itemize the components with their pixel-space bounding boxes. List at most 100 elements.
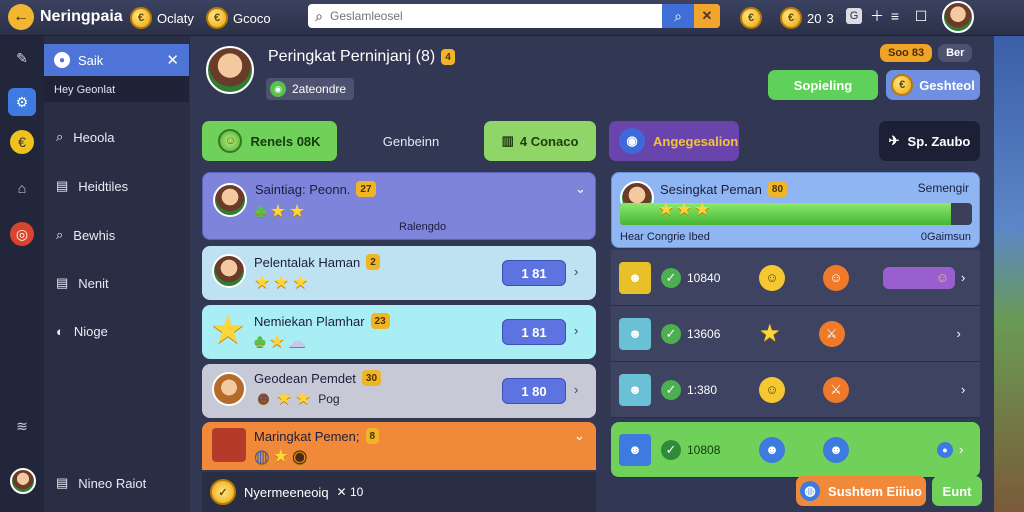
tab-4-label: Angegesalion bbox=[653, 133, 739, 149]
player-avatar bbox=[206, 46, 254, 94]
tab-4[interactable]: ◉ Angegesalion bbox=[609, 121, 739, 161]
row-badge: 27 bbox=[356, 181, 376, 197]
leaderboard-row-1[interactable]: Saintiag: Peonn. 27 ♣ ★ ★ Ralengdo ⌄ bbox=[202, 172, 596, 240]
footer-button-2[interactable]: Eunt bbox=[932, 476, 982, 506]
chat-icon: ● bbox=[54, 52, 70, 68]
footer-button-1[interactable]: ◍ Sushtem Eiiiuo bbox=[796, 476, 926, 506]
badge-icon: ◉ bbox=[270, 81, 286, 97]
chevron-right-icon[interactable]: › bbox=[574, 382, 578, 397]
currency-1[interactable]: € Oclaty bbox=[130, 7, 194, 29]
cloud-icon: ☁ bbox=[287, 331, 306, 351]
background-scenery bbox=[994, 36, 1024, 512]
check-icon: ✓ bbox=[661, 267, 681, 288]
back-arrow-icon[interactable]: ← bbox=[8, 4, 34, 30]
chevron-right-icon[interactable]: › bbox=[961, 382, 965, 397]
character-icon: ☻ bbox=[619, 433, 651, 466]
search-icon: ⌕ bbox=[315, 7, 323, 24]
right-row-4[interactable]: ☻ ✓ 10808 ☻ ☻ ● › bbox=[611, 422, 980, 478]
chevron-right-icon[interactable]: › bbox=[957, 326, 961, 341]
character-icon: ☻ bbox=[619, 261, 651, 294]
star-icon: ★ bbox=[694, 199, 711, 219]
user-avatar[interactable] bbox=[942, 1, 974, 33]
chevron-right-icon[interactable]: › bbox=[574, 323, 578, 338]
tab-3-label: 4 Conaco bbox=[519, 133, 579, 149]
gamepad-icon[interactable]: ⚙ bbox=[8, 88, 36, 116]
smile-icon: ☺ bbox=[823, 264, 849, 291]
swords-icon: ⚔ bbox=[818, 320, 845, 347]
chevron-right-icon[interactable]: › bbox=[961, 270, 965, 285]
close-icon[interactable]: ✕ bbox=[694, 4, 720, 28]
sidebar-footer[interactable]: ▤ Nineo Raiot bbox=[44, 468, 189, 498]
leaderboard-row-4[interactable]: Geodean Pemdet 30 ☻ ★ ★ Pog 1 80 › bbox=[202, 364, 596, 418]
shield-icon: ◉ bbox=[619, 128, 645, 154]
tab-3[interactable]: ▥ 4 Conaco bbox=[484, 121, 596, 161]
score-button[interactable]: 1 80 bbox=[502, 378, 566, 404]
check-icon: ✓ bbox=[661, 439, 681, 460]
chevron-right-icon[interactable]: › bbox=[574, 264, 578, 279]
tab-5-label: Sp. Zaubo bbox=[907, 133, 971, 149]
star-icon: ★ bbox=[273, 272, 290, 292]
coin-shop[interactable]: € bbox=[740, 7, 762, 29]
progress-title: Sesingkat Peman bbox=[660, 181, 762, 197]
right-row-1[interactable]: ☻ ✓ 10840 ☺ ☺ ☺ › bbox=[611, 250, 980, 306]
primary-button[interactable]: Sopieling bbox=[768, 70, 878, 100]
check-icon: ✓ bbox=[661, 323, 681, 344]
currency-2[interactable]: € Gcoco bbox=[206, 7, 271, 29]
sidebar-header[interactable]: ● Saik ✕ bbox=[44, 44, 189, 76]
star-icon: ★ bbox=[676, 199, 693, 219]
window-icon[interactable]: ☐ bbox=[910, 5, 932, 27]
footer-count-wrap: ✕ 10 bbox=[336, 485, 364, 499]
avatar-small-icon: ☻ bbox=[759, 436, 785, 463]
sidebar-item-2[interactable]: ▤ Heidtiles bbox=[44, 171, 189, 201]
brand: ← Neringpaia bbox=[8, 4, 123, 30]
top-right-label: Ber bbox=[938, 44, 973, 62]
coin-rail-icon[interactable]: € bbox=[10, 130, 34, 154]
chevron-down-icon[interactable]: ⌄ bbox=[574, 428, 585, 444]
sidebar-item-4[interactable]: ▤ Nenit bbox=[44, 268, 189, 298]
score-button[interactable]: 1 81 bbox=[502, 260, 566, 286]
page-title: Peringkat Perninjanj (8) bbox=[268, 48, 436, 65]
edit-icon[interactable]: ✎ bbox=[10, 46, 34, 70]
smile-icon: ☺ bbox=[759, 376, 785, 403]
close-icon[interactable]: ✕ bbox=[166, 51, 179, 69]
row-name: Nemiekan Plamhar bbox=[254, 313, 365, 329]
target-icon[interactable]: ◎ bbox=[10, 222, 34, 246]
sidebar-sub: Hey Geonlat bbox=[44, 76, 189, 102]
secondary-button[interactable]: € Geshteol bbox=[886, 70, 980, 100]
avatar-small-icon: ☻ bbox=[254, 388, 273, 408]
score-button[interactable]: 1 81 bbox=[502, 319, 566, 345]
sidebar-item-1[interactable]: ⌕ Heoola bbox=[44, 122, 189, 152]
progress-foot-right: 0Gaimsun bbox=[920, 231, 971, 243]
sidebar-item-label: Heidtiles bbox=[78, 178, 129, 194]
row-name: Maringkat Pemen; bbox=[254, 428, 360, 444]
left-footer: ✓ Nyermeeneoiq ✕ 10 bbox=[202, 472, 596, 512]
search-button[interactable]: ⌕ bbox=[662, 4, 694, 28]
chevron-right-icon[interactable]: › bbox=[959, 442, 963, 457]
sidebar-item-label: Nenit bbox=[78, 275, 109, 291]
search-icon: ⌕ bbox=[56, 227, 64, 242]
right-row-3[interactable]: ☻ ✓ 1:380 ☺ ⚔ › bbox=[611, 362, 980, 418]
profile-avatar[interactable] bbox=[10, 468, 36, 494]
tab-1[interactable]: ☺ Renels 08K bbox=[202, 121, 337, 161]
progress-right-label: Semengir bbox=[917, 181, 969, 195]
sidebar-item-label: Bewhis bbox=[73, 227, 116, 243]
leaderboard-row-2[interactable]: Pelentalak Haman 2 ★ ★ ★ 1 81 › bbox=[202, 246, 596, 300]
sidebar-item-5[interactable]: ◐ Nioge bbox=[44, 316, 189, 346]
tab-2[interactable]: Genbeinn bbox=[344, 121, 478, 161]
list-icon: ▤ bbox=[56, 275, 69, 290]
leaderboard-row-3[interactable]: ★ Nemiekan Plamhar 23 ♣ ★ ☁ 1 81 › bbox=[202, 305, 596, 359]
sidebar-footer-label: Nineo Raiot bbox=[78, 475, 147, 491]
home-icon[interactable]: ⌂ bbox=[10, 176, 34, 200]
search-input[interactable] bbox=[330, 5, 662, 27]
sidebar-item-3[interactable]: ⌕ Bewhis bbox=[44, 220, 189, 250]
g-icon[interactable]: G bbox=[846, 8, 862, 24]
chevron-down-icon[interactable]: ⌄ bbox=[575, 181, 586, 197]
star-icon: ★ bbox=[288, 201, 306, 221]
star-icon: ★ bbox=[254, 272, 271, 292]
star-icon: ★ bbox=[275, 388, 293, 408]
tab-5[interactable]: ✈ Sp. Zaubo bbox=[879, 121, 980, 161]
right-row-2[interactable]: ☻ ✓ 13606 ★ ⚔ › bbox=[611, 306, 980, 362]
leaderboard-row-5[interactable]: Maringkat Pemen; 8 ◍ ★ ◉ ⌄ bbox=[202, 422, 596, 470]
layers-icon[interactable]: ≋ bbox=[10, 414, 34, 438]
menu-icon[interactable]: ≡ bbox=[884, 5, 906, 27]
